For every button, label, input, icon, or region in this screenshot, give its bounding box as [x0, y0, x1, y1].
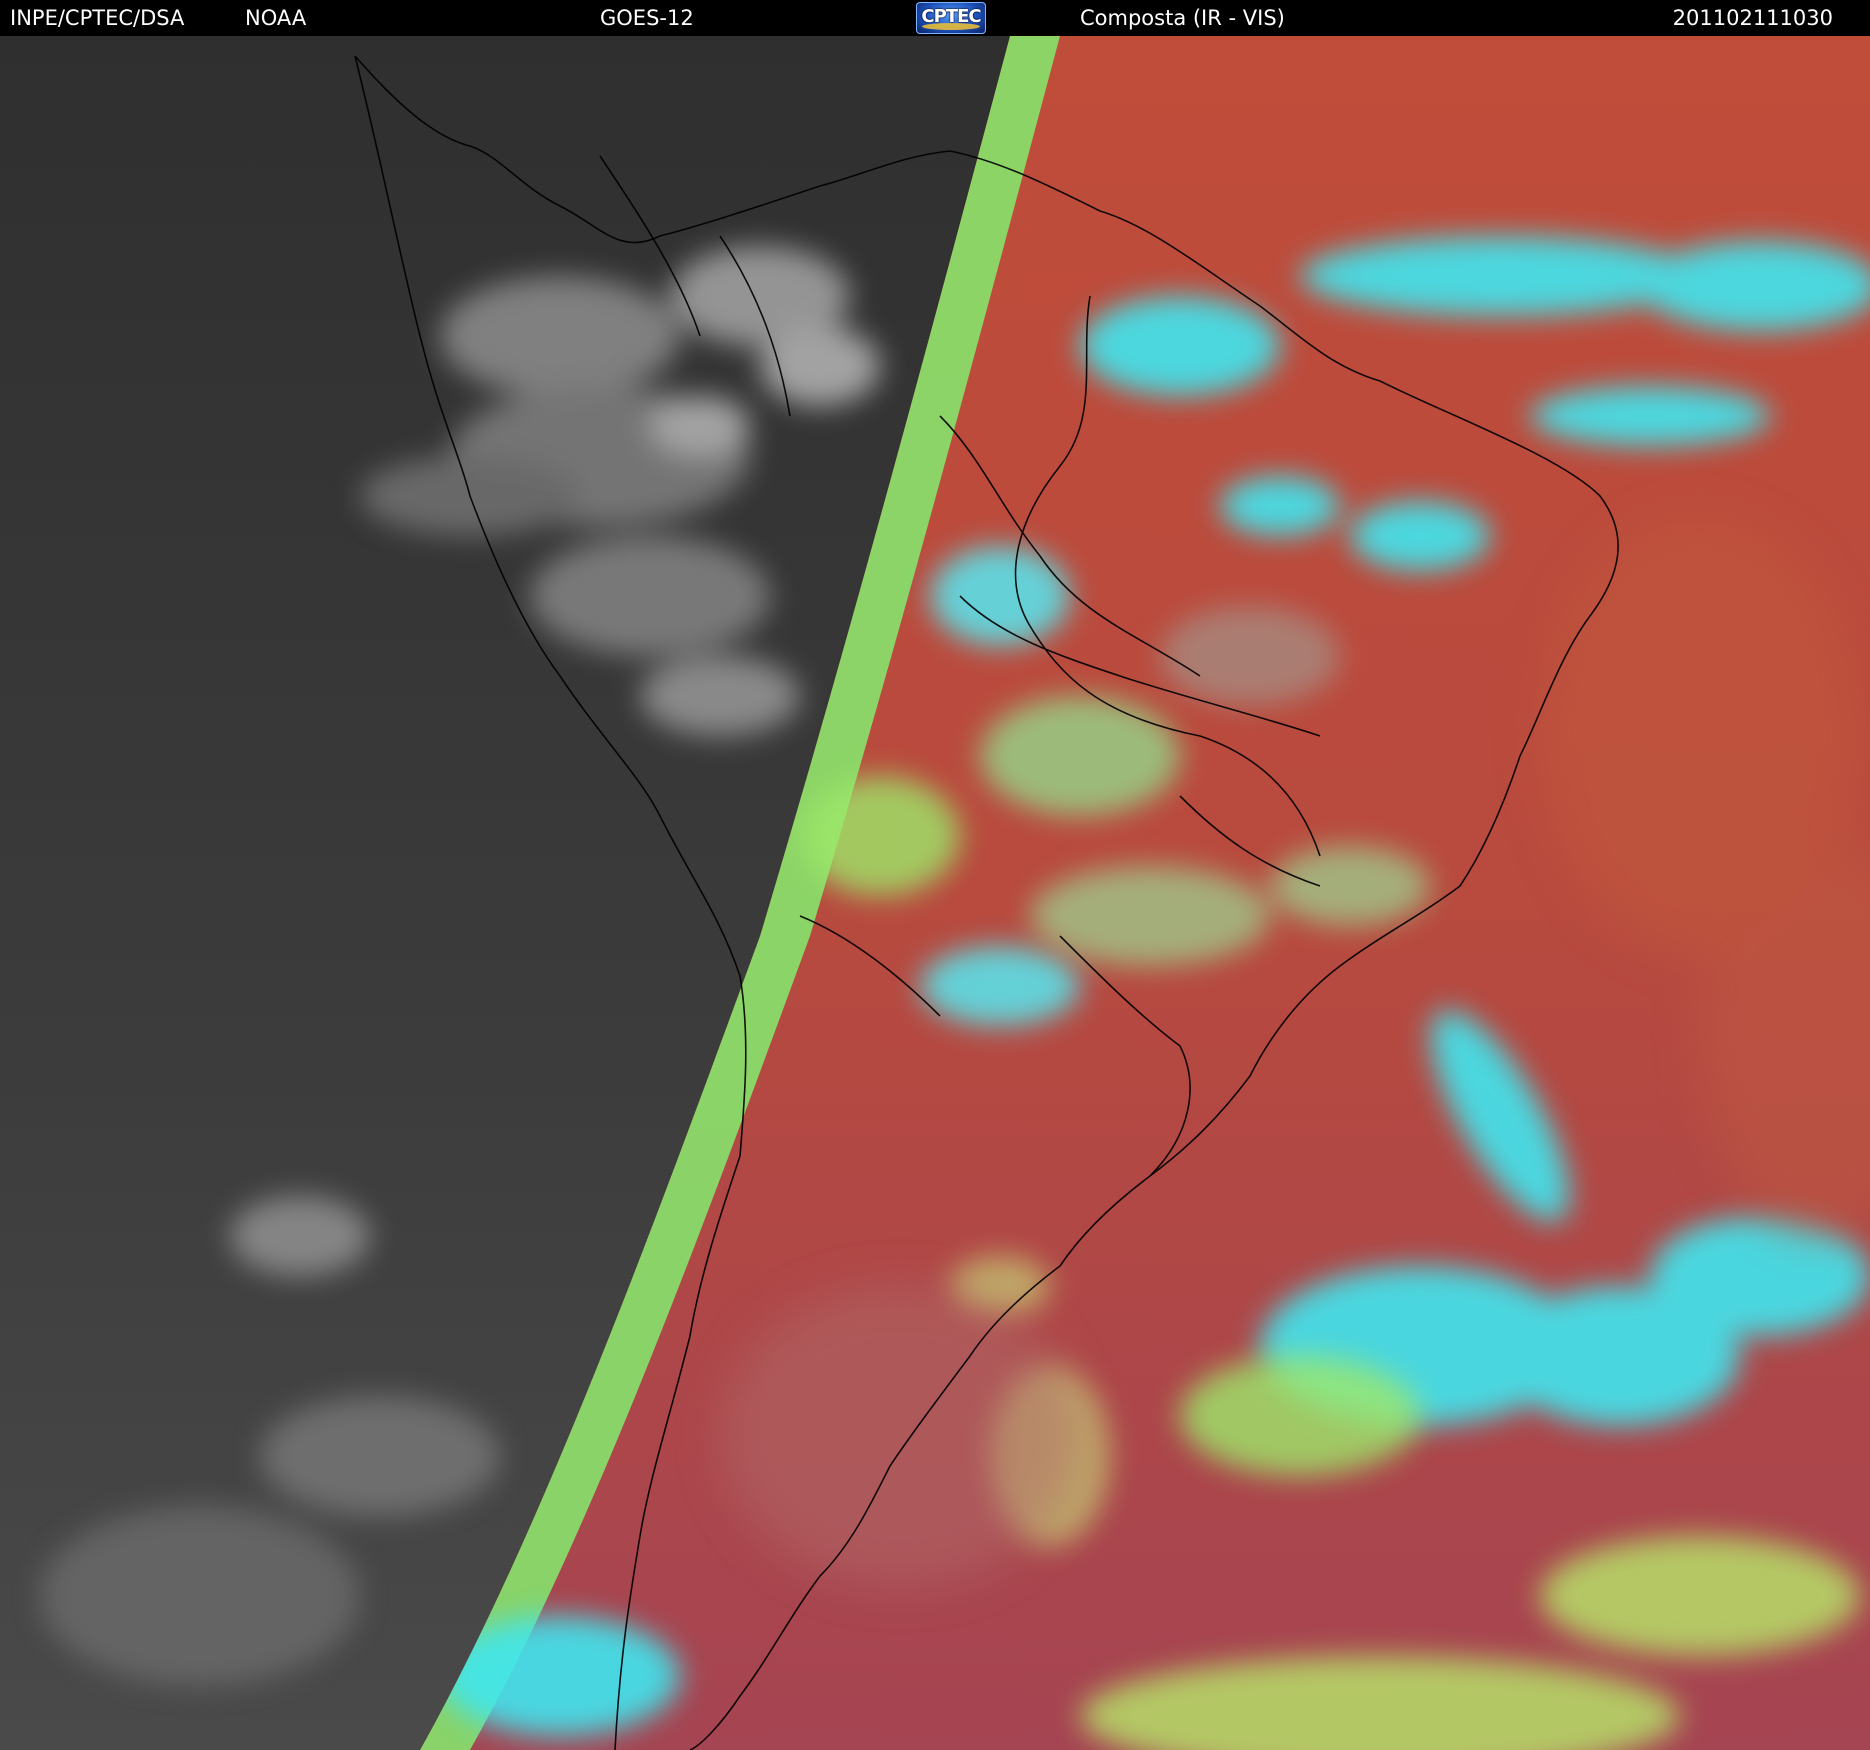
- timestamp-label: 201102111030: [1672, 6, 1833, 30]
- satellite-composite-svg: [0, 36, 1870, 1750]
- product-label: Composta (IR - VIS): [1080, 6, 1285, 30]
- logo-text: CPTEC: [921, 6, 981, 27]
- organization-label: INPE/CPTEC/DSA: [10, 6, 185, 30]
- satellite-label: GOES-12: [600, 6, 694, 30]
- cptec-logo-icon: CPTEC: [916, 2, 986, 34]
- agency-label: NOAA: [245, 6, 307, 30]
- satellite-image: [0, 36, 1870, 1750]
- header-bar: INPE/CPTEC/DSA NOAA GOES-12 CPTEC Compos…: [0, 0, 1870, 36]
